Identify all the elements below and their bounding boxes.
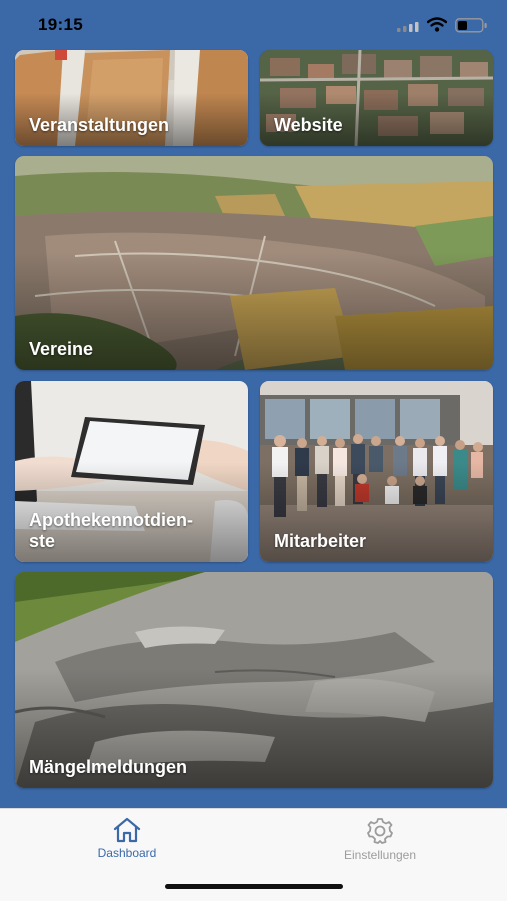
tile-label: Website	[274, 115, 343, 135]
tile-apothekennotdienste[interactable]: Apothekennotdien-ste	[15, 381, 248, 562]
tab-dashboard[interactable]: Dashboard	[57, 817, 197, 860]
tile-label: Vereine	[29, 339, 94, 359]
tab-label: Dashboard	[97, 846, 157, 860]
tile-veranstaltungen[interactable]: Veranstaltungen	[15, 50, 248, 146]
tile-label: Apothekennotdien-ste	[29, 510, 193, 551]
tab-label: Einstellungen	[343, 848, 417, 862]
tab-einstellungen[interactable]: Einstellungen	[310, 817, 450, 862]
tile-website[interactable]: Website	[260, 50, 493, 146]
home-icon	[113, 817, 141, 843]
gear-icon	[367, 818, 393, 844]
signal-icon	[397, 22, 419, 32]
tile-vereine[interactable]: Vereine	[15, 156, 493, 370]
tile-label: Veranstaltungen	[29, 115, 170, 135]
tile-label: Mängelmeldungen	[29, 757, 188, 777]
tile-mitarbeiter[interactable]: Mitarbeiter	[260, 381, 493, 562]
status-bar: 19:15	[0, 0, 507, 48]
tile-maengelmeldungen[interactable]: Mängelmeldungen	[15, 572, 493, 788]
wifi-icon	[427, 17, 447, 32]
battery-icon	[455, 18, 487, 33]
home-indicator	[165, 884, 343, 889]
tile-label: Mitarbeiter	[274, 531, 367, 551]
status-time: 19:15	[38, 15, 83, 34]
